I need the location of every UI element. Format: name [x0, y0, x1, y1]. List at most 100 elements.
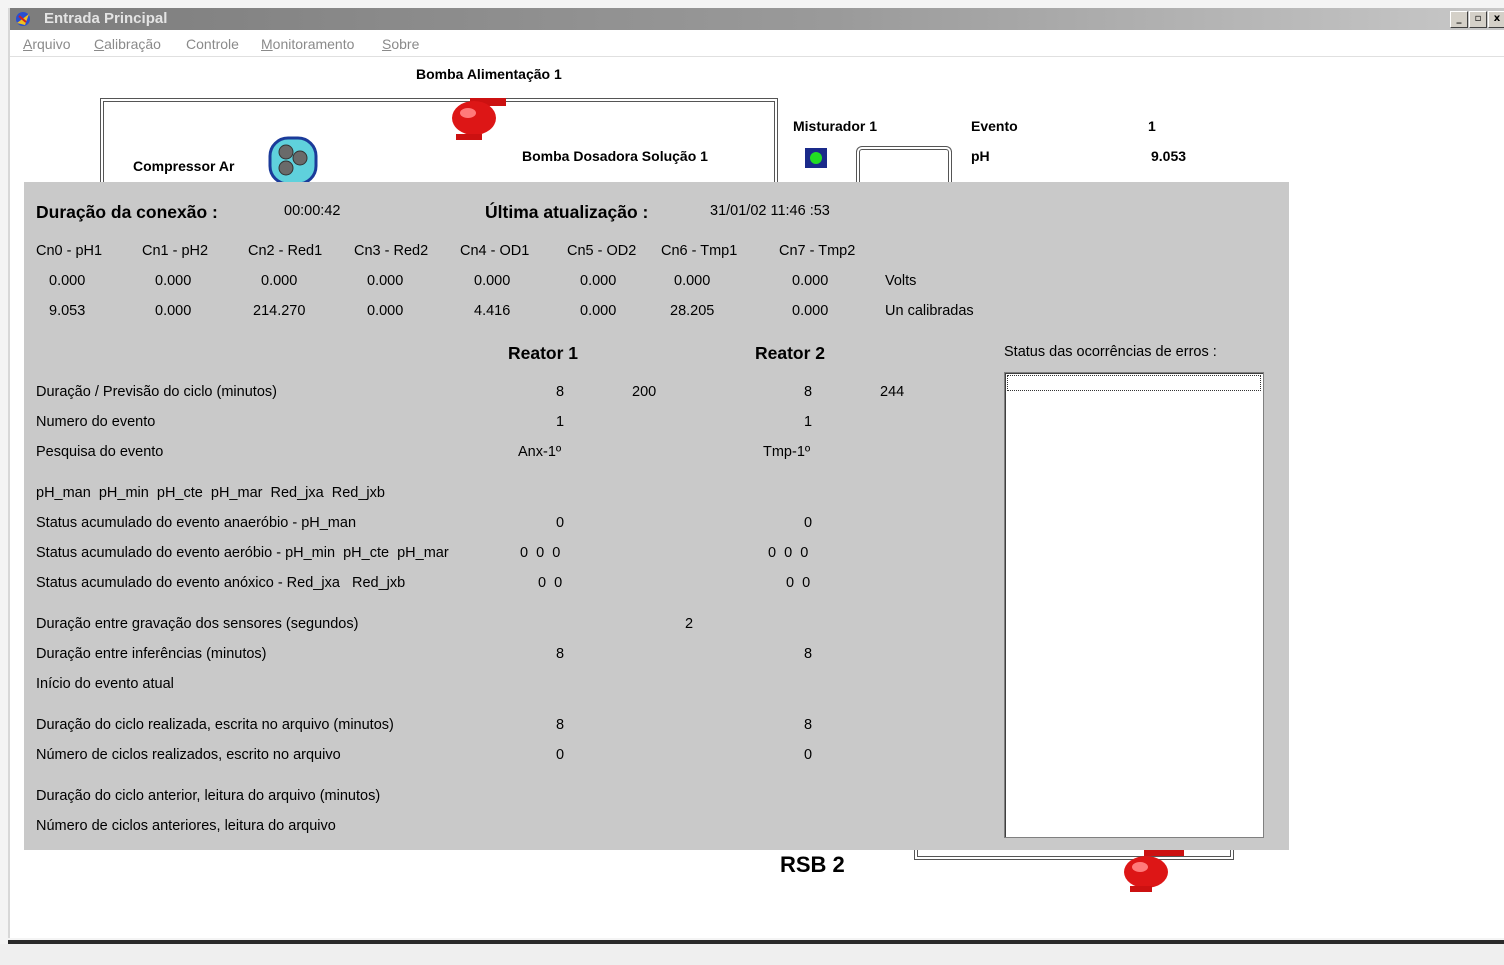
event-value: 1	[1148, 118, 1156, 134]
title-bar[interactable]: Entrada Principal _ ▫ x	[10, 8, 1504, 30]
app-icon	[16, 12, 30, 26]
menu-sobre-label: obre	[391, 36, 420, 52]
reactor2-header: Reator 2	[755, 343, 826, 363]
row-label: Duração / Previsão do ciclo (minutos)	[36, 384, 277, 400]
maximize-button[interactable]: ▫	[1469, 11, 1487, 28]
error-list-selected-item[interactable]	[1007, 375, 1261, 391]
menu-monitoramento-label: onitoramento	[272, 36, 355, 52]
row-r2-value: 8	[803, 717, 813, 733]
menu-arquivo-mnemonic: A	[23, 36, 33, 52]
channel-volts: 0.000	[792, 273, 829, 289]
desktop-strip	[0, 944, 1504, 965]
mixer-label: Misturador 1	[793, 118, 878, 134]
row-label: Duração entre inferências (minutos)	[36, 646, 267, 662]
compressor-label: Compressor Ar	[133, 158, 235, 174]
error-status-label: Status das ocorrências de erros :	[1004, 344, 1217, 360]
last-update-label: Última atualização :	[485, 202, 649, 222]
ph-value: 9.053	[1151, 148, 1187, 164]
conn-duration-value: 00:00:42	[284, 203, 341, 219]
menu-calibracao-label: alibração	[104, 36, 161, 52]
compressor-icon[interactable]	[268, 136, 320, 186]
menu-monitoramento-mnemonic: M	[261, 36, 273, 52]
channel-calibrated: 0.000	[580, 303, 617, 319]
row-label: Duração entre gravação dos sensores (seg…	[36, 616, 359, 632]
channel-calibrated: 4.416	[474, 303, 511, 319]
rsb-label: RSB 2	[780, 852, 845, 877]
channel-calibrated: 9.053	[49, 303, 86, 319]
volts-unit: Volts	[885, 273, 917, 289]
row-r2-value: 8	[803, 646, 813, 662]
menu-calibracao-mnemonic: C	[94, 36, 105, 52]
menu-monitoramento[interactable]: Monitoramento	[261, 36, 354, 52]
row-label: Numero do evento	[36, 414, 156, 430]
row-r2-value: 0 0	[786, 575, 811, 591]
menu-arquivo-label: rquivo	[32, 36, 71, 52]
green-light-icon	[810, 152, 822, 164]
row-shared-value: 2	[685, 616, 694, 632]
row-r2-value: 0	[803, 747, 813, 763]
event-label: Evento	[971, 118, 1018, 134]
pump-feed-label: Bomba Alimentação 1	[416, 66, 562, 82]
minimize-button[interactable]: _	[1450, 11, 1468, 28]
row-label: Duração do ciclo anterior, leitura do ar…	[36, 788, 381, 804]
row-r2-value: 8	[803, 384, 813, 400]
row-r2-forecast: 244	[880, 384, 905, 400]
row-r2-value: 0	[803, 515, 813, 531]
row-r1-value: 8	[555, 717, 565, 733]
channel-header: Cn2 - Red1	[248, 243, 323, 259]
row-label: Duração do ciclo realizada, escrita no a…	[36, 717, 394, 733]
channel-header: Cn4 - OD1	[460, 243, 530, 259]
channel-volts: 0.000	[49, 273, 86, 289]
menu-controle[interactable]: Controle	[186, 36, 239, 52]
row-r1-value: 0	[555, 747, 565, 763]
row-r1-value: 0 0 0	[520, 545, 561, 561]
row-r1-value: 0 0	[538, 575, 563, 591]
row-label: pH_man pH_min pH_cte pH_mar Red_jxa Red_…	[36, 485, 385, 501]
row-label: Número de ciclos anteriores, leitura do …	[36, 818, 336, 834]
row-r1-value: 1	[555, 414, 565, 430]
row-r1-forecast: 200	[632, 384, 657, 400]
row-r1-value: 8	[555, 646, 565, 662]
monitoring-panel: Duração da conexão : 00:00:42 Última atu…	[24, 182, 1289, 850]
channel-calibrated: 28.205	[670, 303, 715, 319]
channel-volts: 0.000	[367, 273, 404, 289]
menu-sobre-mnemonic: S	[382, 36, 392, 52]
row-r2-value: Tmp-1º	[763, 444, 811, 460]
channel-header: Cn7 - Tmp2	[779, 243, 856, 259]
feed-pump-icon[interactable]	[448, 94, 508, 144]
menu-calibracao[interactable]: Calibração	[94, 36, 161, 52]
channel-calibrated: 0.000	[792, 303, 829, 319]
channel-calibrated: 214.270	[253, 303, 306, 319]
row-label: Status acumulado do evento aeróbio - pH_…	[36, 545, 449, 561]
window-controls: _ ▫ x	[1450, 11, 1504, 28]
menu-controle-first: C	[186, 36, 197, 52]
discharge-pump-icon[interactable]	[1120, 848, 1190, 894]
channel-header: Cn5 - OD2	[567, 243, 637, 259]
row-label: Pesquisa do evento	[36, 444, 164, 460]
menu-arquivo[interactable]: Arquivo	[23, 36, 70, 52]
menu-controle-label: ontrole	[196, 36, 239, 52]
error-status-list[interactable]	[1004, 372, 1264, 838]
channel-volts: 0.000	[674, 273, 711, 289]
row-r2-value: 1	[803, 414, 813, 430]
channel-volts: 0.000	[580, 273, 617, 289]
conn-duration-label: Duração da conexão :	[36, 202, 218, 222]
mixer-status-indicator[interactable]	[805, 148, 827, 168]
close-button[interactable]: x	[1488, 11, 1504, 28]
reactor1-header: Reator 1	[508, 343, 579, 363]
row-r1-value: Anx-1º	[518, 444, 562, 460]
channel-volts: 0.000	[155, 273, 192, 289]
ph-label: pH	[971, 148, 990, 164]
row-label: Status acumulado do evento anaeróbio - p…	[36, 515, 357, 531]
dosing-pump-label: Bomba Dosadora Solução 1	[522, 148, 708, 164]
channel-calibrated: 0.000	[155, 303, 192, 319]
row-label: Status acumulado do evento anóxico - Red…	[36, 575, 406, 591]
row-r1-value: 0	[555, 515, 565, 531]
channel-volts: 0.000	[474, 273, 511, 289]
calibrated-unit: Un calibradas	[885, 303, 974, 319]
menu-sobre[interactable]: Sobre	[382, 36, 419, 52]
channel-header: Cn3 - Red2	[354, 243, 429, 259]
channel-calibrated: 0.000	[367, 303, 404, 319]
channel-volts: 0.000	[261, 273, 298, 289]
channel-header: Cn6 - Tmp1	[661, 243, 738, 259]
